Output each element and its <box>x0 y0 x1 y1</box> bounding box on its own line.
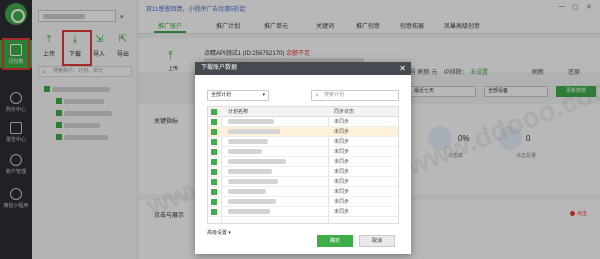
sync-status: 未同步 <box>334 129 350 135</box>
campaign-name-redacted <box>228 149 262 155</box>
row-checkbox[interactable] <box>211 209 217 215</box>
column-header-name: 计划名称 <box>228 109 249 115</box>
sync-status: 未同步 <box>334 199 350 205</box>
download-dialog: 下载账户数据 ✕ 全部计划 ▾ ⌕ 搜索计划 计划名称 同步状态 未同步 未同步 <box>195 62 411 254</box>
row-checkbox[interactable] <box>211 199 217 205</box>
row-checkbox[interactable] <box>211 139 217 145</box>
advanced-settings-label: 高级设置 <box>207 230 228 236</box>
campaign-name-redacted <box>228 199 276 205</box>
table-row[interactable]: 未同步 <box>208 197 398 207</box>
row-checkbox[interactable] <box>211 179 217 185</box>
campaign-name-redacted <box>228 179 278 185</box>
campaign-scope-select[interactable]: 全部计划 ▾ <box>207 90 269 101</box>
row-checkbox[interactable] <box>211 119 217 125</box>
sync-status: 未同步 <box>334 159 350 165</box>
campaign-scope-value: 全部计划 <box>211 92 232 98</box>
campaign-table: 计划名称 同步状态 未同步 未同步 未同步 未同步 未同步 未同步 未同步 未同… <box>207 106 399 224</box>
row-checkbox[interactable] <box>211 159 217 165</box>
select-all-checkbox[interactable] <box>211 109 217 115</box>
sync-status: 未同步 <box>334 119 350 125</box>
sync-status: 未同步 <box>334 209 350 215</box>
cancel-button[interactable]: 取消 <box>359 235 395 247</box>
close-icon[interactable]: ✕ <box>399 62 406 75</box>
chevron-down-icon: ▾ <box>262 92 265 98</box>
campaign-name-redacted <box>228 169 272 175</box>
row-checkbox[interactable] <box>211 189 217 195</box>
sync-status: 未同步 <box>334 189 350 195</box>
sync-status: 未同步 <box>334 169 350 175</box>
table-header: 计划名称 同步状态 <box>208 107 398 117</box>
chevron-down-icon: ▾ <box>228 230 231 236</box>
table-row[interactable]: 未同步 <box>208 137 398 147</box>
row-checkbox[interactable] <box>211 129 217 135</box>
campaign-name-redacted <box>228 119 274 125</box>
sync-status: 未同步 <box>334 149 350 155</box>
advanced-settings-toggle[interactable]: 高级设置 ▾ <box>207 229 231 236</box>
campaign-search-placeholder: 搜索计划 <box>324 92 345 98</box>
column-header-status: 同步状态 <box>334 109 355 115</box>
table-row[interactable]: 未同步 <box>208 117 398 127</box>
table-row[interactable]: 未同步 <box>208 157 398 167</box>
table-row[interactable]: 未同步 <box>208 187 398 197</box>
campaign-name-redacted <box>228 139 268 145</box>
search-icon: ⌕ <box>315 92 319 99</box>
row-checkbox[interactable] <box>211 149 217 155</box>
table-row[interactable]: 未同步 <box>208 207 398 217</box>
table-row[interactable]: 未同步 <box>208 177 398 187</box>
sync-status: 未同步 <box>334 179 350 185</box>
confirm-button[interactable]: 确定 <box>317 235 353 247</box>
campaign-name-redacted <box>228 129 280 135</box>
table-row[interactable]: 未同步 <box>208 167 398 177</box>
sync-status: 未同步 <box>334 139 350 145</box>
campaign-name-redacted <box>228 209 270 215</box>
dialog-header: 下载账户数据 ✕ <box>195 62 411 75</box>
campaign-name-redacted <box>228 159 286 165</box>
dialog-title: 下载账户数据 <box>201 65 238 71</box>
campaign-name-redacted <box>228 189 266 195</box>
row-checkbox[interactable] <box>211 169 217 175</box>
campaign-search-input[interactable]: ⌕ 搜索计划 <box>311 90 399 101</box>
table-row[interactable]: 未同步 <box>208 147 398 157</box>
table-row[interactable]: 未同步 <box>208 127 398 137</box>
